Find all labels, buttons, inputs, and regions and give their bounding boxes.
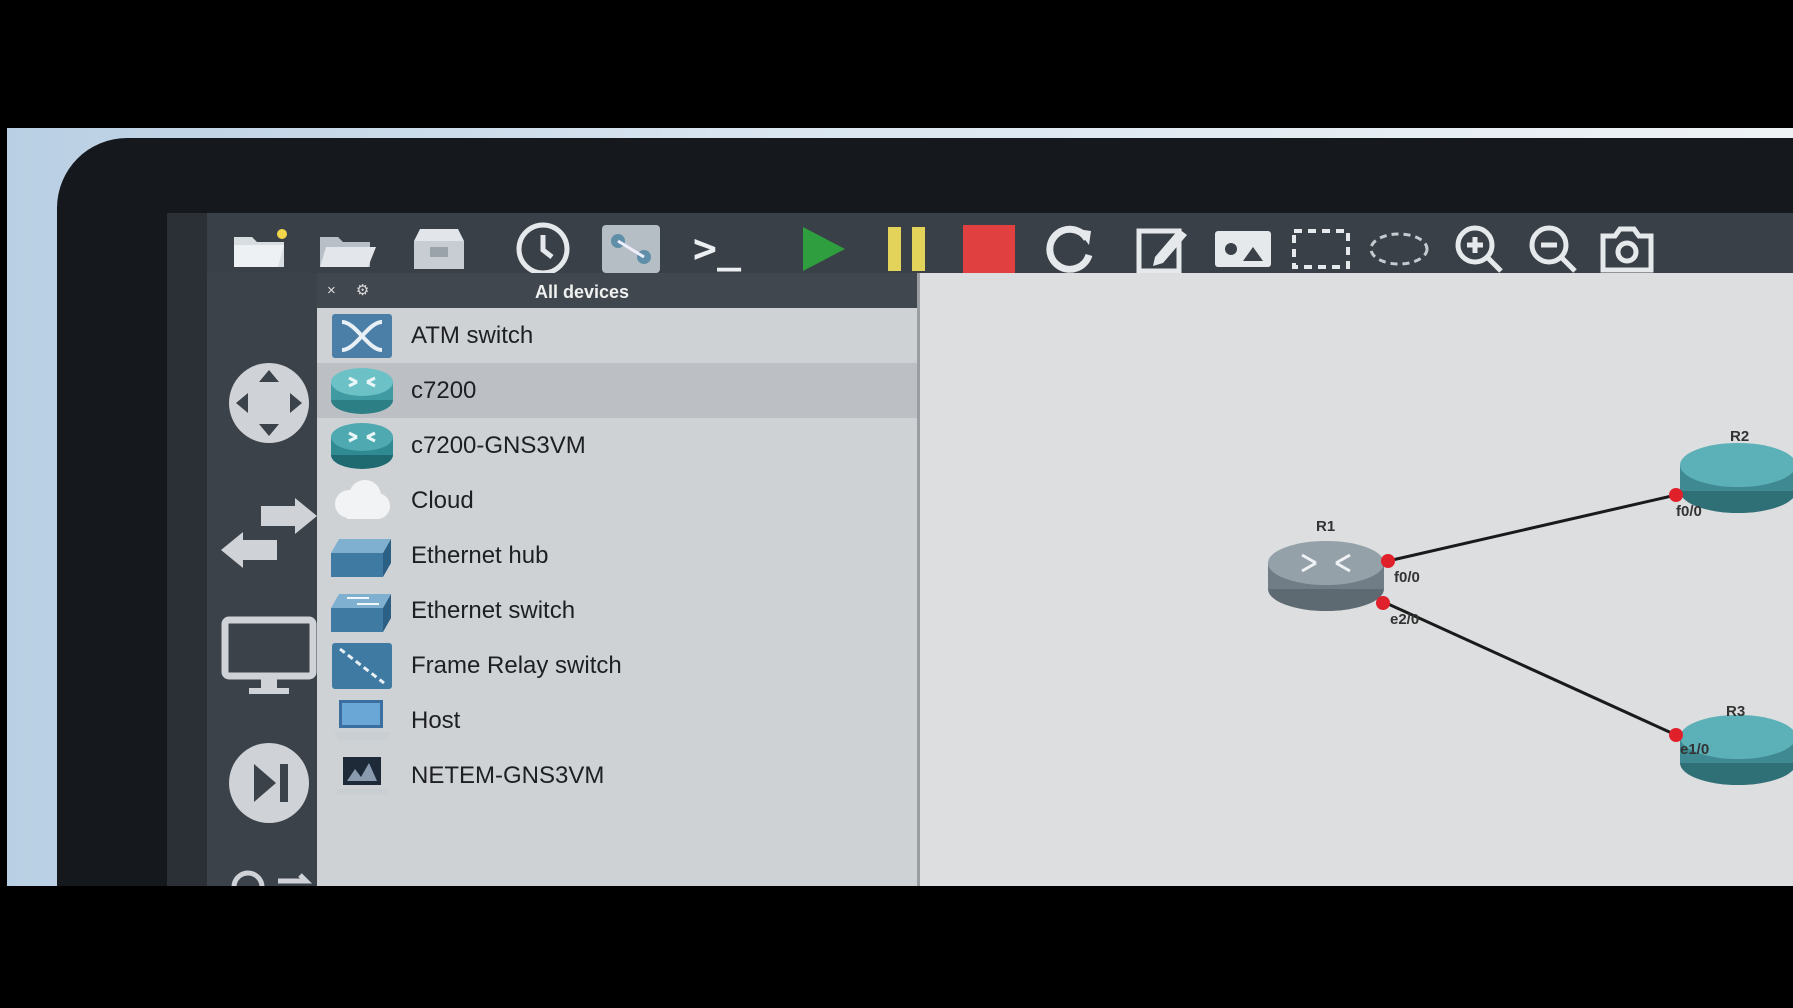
cloud-icon xyxy=(329,476,395,526)
new-project-icon[interactable] xyxy=(225,219,297,279)
device-item-ethernet-hub[interactable]: Ethernet hub xyxy=(317,528,917,583)
device-item-frame-relay-switch[interactable]: Frame Relay switch xyxy=(317,638,917,693)
device-label: Host xyxy=(411,706,461,734)
atm-switch-icon xyxy=(329,311,395,361)
device-label: Ethernet hub xyxy=(411,541,549,569)
device-item-atm-switch[interactable]: ATM switch xyxy=(317,308,917,363)
link-r1-r2 xyxy=(1387,493,1677,563)
switches-icon[interactable] xyxy=(219,483,319,583)
host-icon xyxy=(329,696,395,746)
netem-icon xyxy=(329,751,395,801)
port-label-r1-f0: f0/0 xyxy=(1394,569,1420,586)
port-label-r1-e2: e2/0 xyxy=(1390,611,1420,628)
stop-all-icon[interactable] xyxy=(953,219,1025,279)
node-label-r2: R2 xyxy=(1730,428,1750,445)
device-item-host[interactable]: Host xyxy=(317,693,917,748)
port-dot xyxy=(1669,728,1683,742)
routers-icon[interactable] xyxy=(219,353,319,453)
ethernet-switch-icon xyxy=(329,586,395,636)
end-devices-icon[interactable] xyxy=(219,608,319,708)
device-item-c7200[interactable]: c7200 xyxy=(317,363,917,418)
device-item-ethernet-switch[interactable]: Ethernet switch xyxy=(317,583,917,638)
device-label: c7200 xyxy=(411,376,477,404)
suspend-all-icon[interactable] xyxy=(871,219,943,279)
device-label: c7200-GNS3VM xyxy=(411,431,586,459)
draw-ellipse-icon[interactable] xyxy=(1363,219,1435,279)
device-label: ATM switch xyxy=(411,321,534,349)
console-icon[interactable]: >_ xyxy=(681,219,753,279)
device-label: Ethernet switch xyxy=(411,596,576,624)
ethernet-hub-icon xyxy=(329,531,395,581)
node-label-r3: R3 xyxy=(1726,703,1746,720)
reload-all-icon[interactable] xyxy=(1035,219,1107,279)
panel-title: All devices xyxy=(535,282,630,302)
device-label: Frame Relay switch xyxy=(411,651,622,679)
device-item-c7200-gns3vm[interactable]: c7200-GNS3VM xyxy=(317,418,917,473)
zoom-out-icon[interactable] xyxy=(1517,219,1589,279)
device-list: ATM switch c7200 c7200-GNS3VM Cloud Ethe… xyxy=(317,308,917,803)
device-label: Cloud xyxy=(411,486,474,514)
device-item-netem-gns3vm[interactable]: NETEM-GNS3VM xyxy=(317,748,917,803)
device-category-rail xyxy=(207,273,317,886)
panel-controls[interactable]: × ⚙ xyxy=(327,281,377,299)
console-glyph: >_ xyxy=(692,226,742,272)
router-icon xyxy=(329,366,395,416)
device-panel-header: × ⚙ All devices xyxy=(317,273,917,308)
security-devices-icon[interactable] xyxy=(219,733,319,833)
port-label-r3-e1: e1/0 xyxy=(1680,741,1710,758)
gns3-window: >_ × ⚙ All devices ATM switch c7200 c720… xyxy=(167,213,1793,886)
topology-summary-icon[interactable] xyxy=(595,219,667,279)
zoom-in-icon[interactable] xyxy=(1443,219,1515,279)
save-project-icon[interactable] xyxy=(403,219,475,279)
laptop-bezel: >_ × ⚙ All devices ATM switch c7200 c720… xyxy=(57,138,1793,886)
link-r1-r3 xyxy=(1385,601,1677,737)
photo-area: >_ × ⚙ All devices ATM switch c7200 c720… xyxy=(7,128,1793,886)
snapshot-clock-icon[interactable] xyxy=(507,219,579,279)
all-devices-icon[interactable] xyxy=(219,853,319,886)
router-r1[interactable] xyxy=(1268,541,1384,611)
port-dot xyxy=(1376,596,1390,610)
screenshot-icon[interactable] xyxy=(1591,219,1663,279)
topology-canvas[interactable]: R1 R2 R3 f0/0 e2/0 f0/0 e1/0 xyxy=(917,273,1793,886)
router-icon xyxy=(329,421,395,471)
device-item-cloud[interactable]: Cloud xyxy=(317,473,917,528)
port-dot xyxy=(1381,554,1395,568)
node-label-r1: R1 xyxy=(1316,518,1336,535)
insert-image-icon[interactable] xyxy=(1207,219,1279,279)
video-frame: >_ × ⚙ All devices ATM switch c7200 c720… xyxy=(0,0,1793,1008)
start-all-icon[interactable] xyxy=(787,219,859,279)
add-note-icon[interactable] xyxy=(1127,219,1199,279)
port-dot xyxy=(1669,488,1683,502)
device-label: NETEM-GNS3VM xyxy=(411,761,605,789)
frame-relay-switch-icon xyxy=(329,641,395,691)
open-project-icon[interactable] xyxy=(311,219,383,279)
port-label-r2-f0: f0/0 xyxy=(1676,503,1702,520)
device-panel: × ⚙ All devices ATM switch c7200 c7200-G… xyxy=(317,273,917,886)
draw-rectangle-icon[interactable] xyxy=(1285,219,1357,279)
